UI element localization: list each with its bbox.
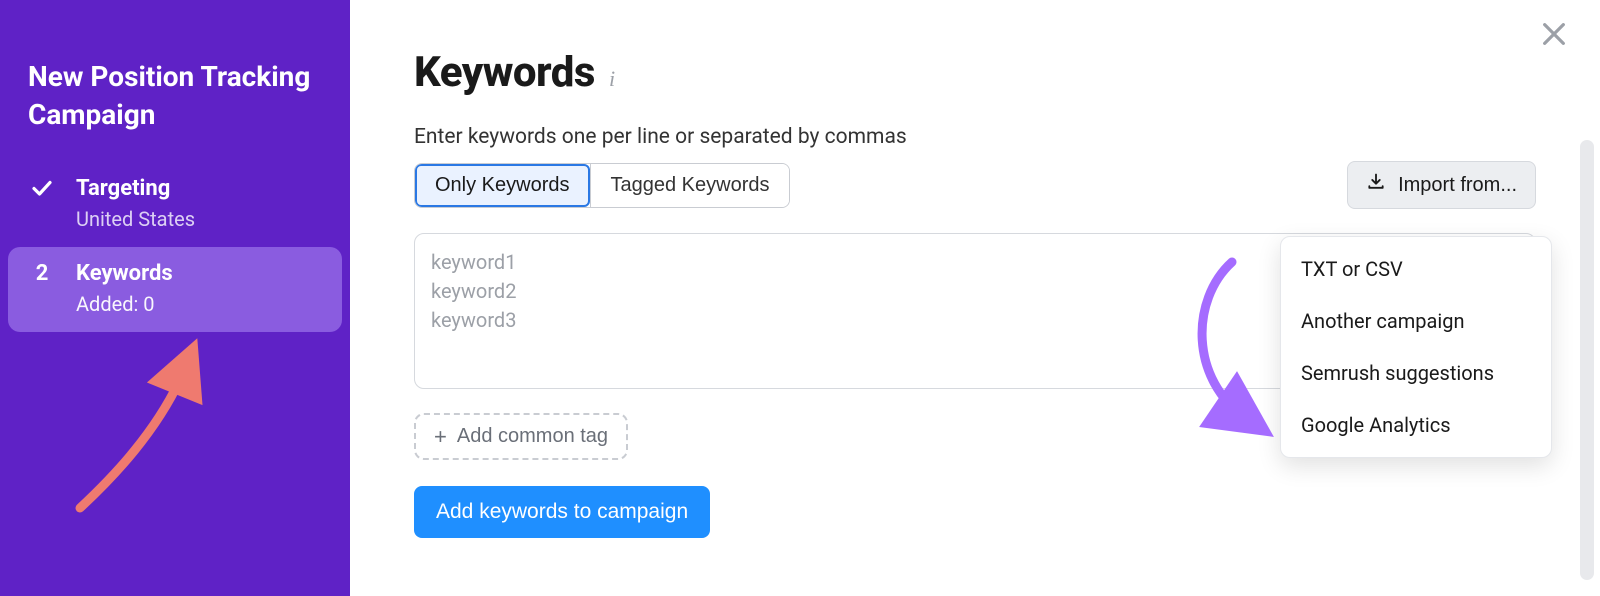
add-common-tag-label: Add common tag: [457, 425, 608, 448]
wizard-sidebar: New Position Tracking Campaign Targeting…: [0, 0, 350, 596]
step-targeting[interactable]: Targeting United States: [0, 162, 350, 247]
step-number: 2: [28, 261, 56, 286]
import-menu-txt-csv[interactable]: TXT or CSV: [1281, 243, 1551, 295]
instruction-text: Enter keywords one per line or separated…: [414, 125, 1536, 149]
import-menu-google-analytics[interactable]: Google Analytics: [1281, 399, 1551, 451]
scrollbar[interactable]: [1580, 140, 1594, 580]
mode-segmented-control: Only Keywords Tagged Keywords: [414, 163, 790, 208]
import-from-button[interactable]: Import from...: [1347, 161, 1536, 209]
plus-icon: +: [434, 426, 447, 448]
step-label: Keywords: [76, 261, 173, 286]
add-common-tag-button[interactable]: + Add common tag: [414, 413, 628, 460]
step-sub: United States: [28, 201, 322, 231]
info-icon[interactable]: i: [609, 68, 615, 90]
import-menu-another-campaign[interactable]: Another campaign: [1281, 295, 1551, 347]
step-keywords[interactable]: 2 Keywords Added: 0: [8, 247, 342, 332]
import-from-label: Import from...: [1398, 174, 1517, 197]
import-menu-semrush-suggestions[interactable]: Semrush suggestions: [1281, 347, 1551, 399]
step-label: Targeting: [76, 176, 170, 201]
step-sub: Added: 0: [28, 286, 322, 316]
page-title: Keywords: [414, 48, 595, 97]
close-button[interactable]: [1538, 18, 1570, 54]
add-keywords-button[interactable]: Add keywords to campaign: [414, 486, 710, 538]
mode-tagged-keywords[interactable]: Tagged Keywords: [590, 164, 790, 207]
import-menu: TXT or CSV Another campaign Semrush sugg…: [1280, 236, 1552, 458]
mode-only-keywords[interactable]: Only Keywords: [415, 164, 590, 207]
download-icon: [1366, 172, 1386, 198]
sidebar-title: New Position Tracking Campaign: [0, 58, 350, 162]
check-icon: [28, 176, 56, 200]
